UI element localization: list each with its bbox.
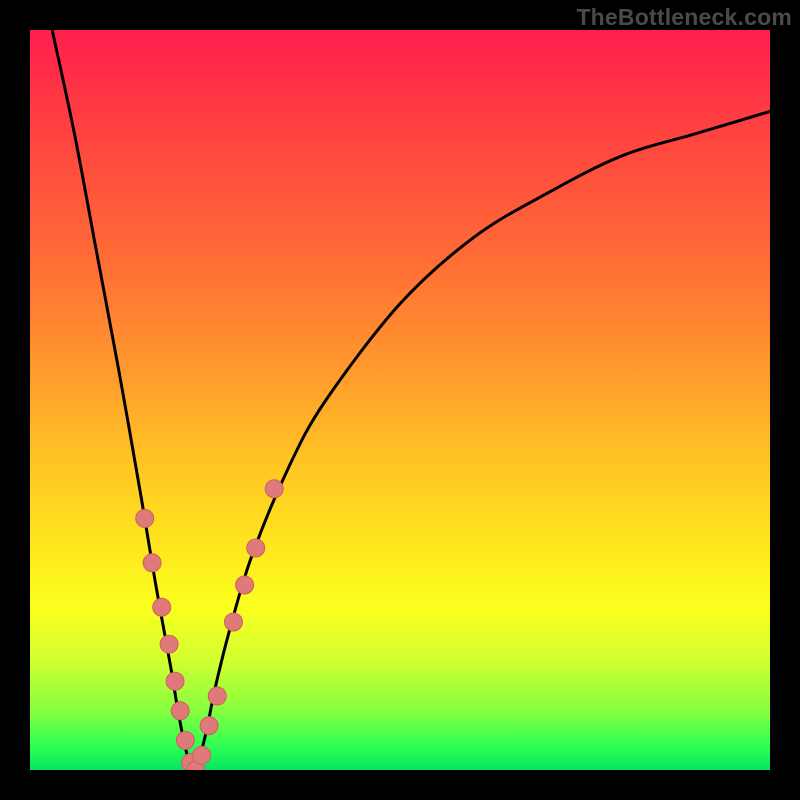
- data-point: [247, 539, 265, 557]
- plot-area: [30, 30, 770, 770]
- curve-path: [52, 30, 770, 770]
- data-point: [225, 613, 243, 631]
- data-point: [166, 672, 184, 690]
- data-point: [171, 702, 189, 720]
- data-point: [136, 509, 154, 527]
- data-point: [265, 480, 283, 498]
- data-point: [236, 576, 254, 594]
- watermark-text: TheBottleneck.com: [576, 4, 792, 31]
- data-point: [208, 687, 226, 705]
- data-point: [193, 746, 211, 764]
- data-point: [176, 731, 194, 749]
- bottleneck-curve: [30, 30, 770, 770]
- data-point: [153, 598, 171, 616]
- data-point: [160, 635, 178, 653]
- data-point: [200, 717, 218, 735]
- chart-frame: TheBottleneck.com: [0, 0, 800, 800]
- data-point: [143, 554, 161, 572]
